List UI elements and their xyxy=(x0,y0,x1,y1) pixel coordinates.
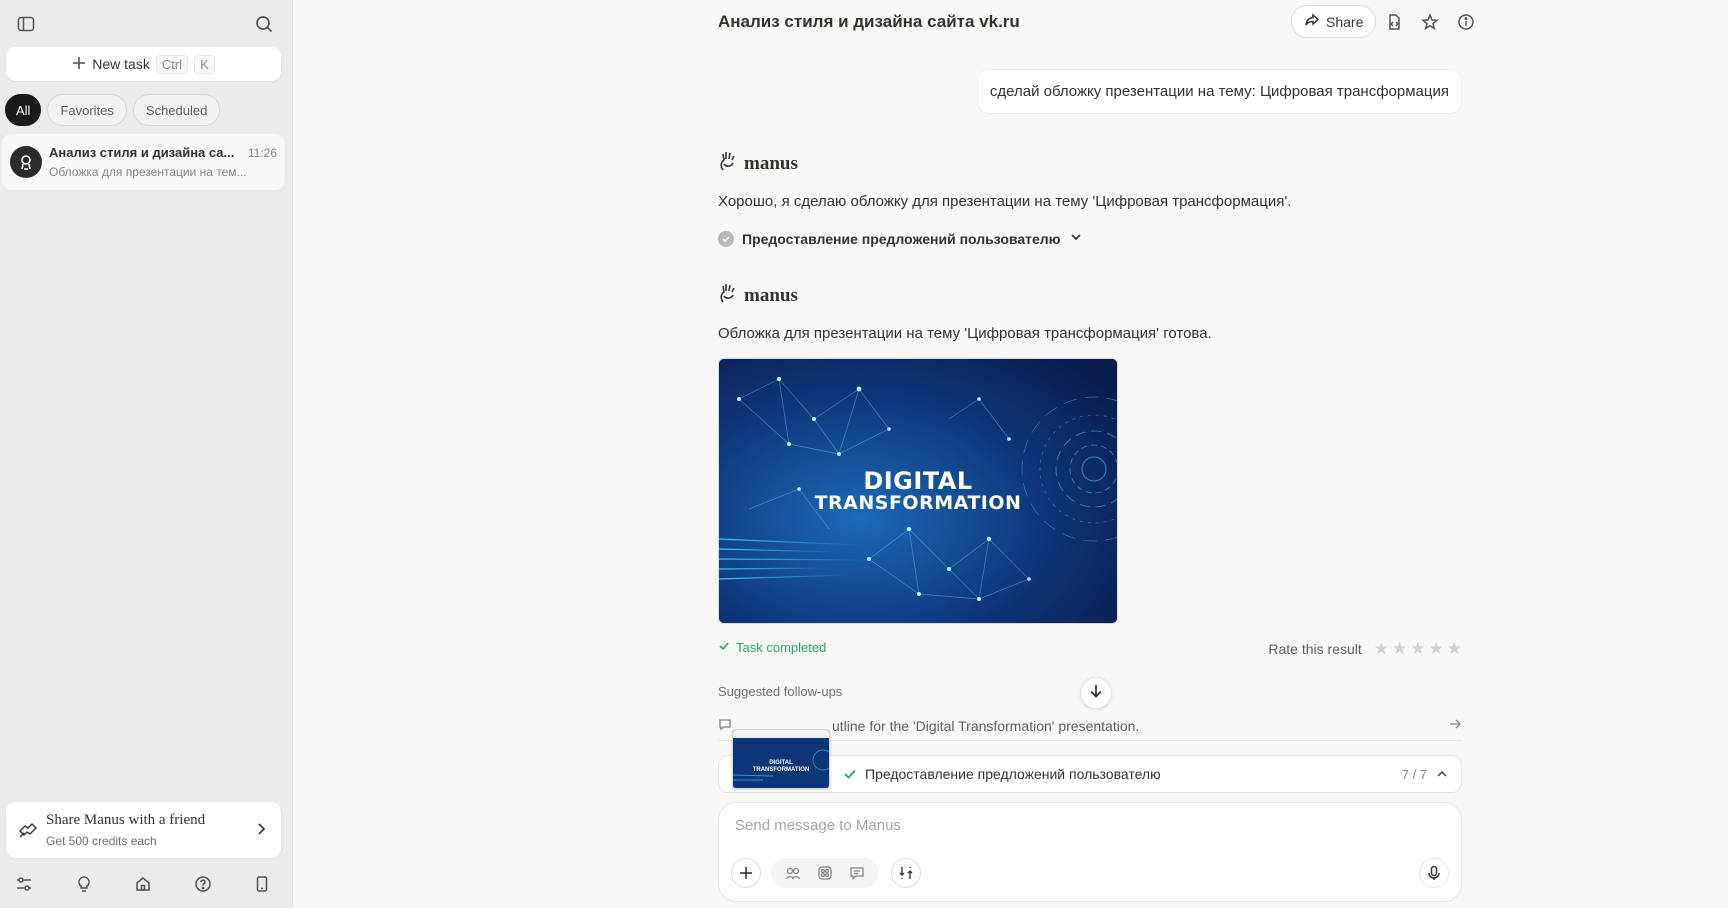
task-time: 11:26 xyxy=(247,146,277,160)
agent-name-2: manus xyxy=(744,285,798,306)
star-rating: ★ ★ ★ ★ ★ xyxy=(1374,639,1462,659)
attach-plus-button[interactable] xyxy=(731,858,761,888)
message-composer xyxy=(718,802,1462,902)
task-list-item[interactable]: Анализ стиля и дизайна са... 11:26 Облож… xyxy=(2,134,285,190)
integrations-icon[interactable] xyxy=(817,865,833,881)
followups-heading: Suggested follow-ups xyxy=(718,684,843,699)
share-icon xyxy=(1304,12,1320,31)
thumbnail-titlebar xyxy=(733,730,829,738)
agent-header-2: manus xyxy=(718,282,798,310)
home-icon[interactable] xyxy=(131,872,155,896)
chat-bubble-icon xyxy=(718,717,732,734)
arrow-down-icon xyxy=(1088,683,1104,704)
progress-step-label: Предоставление предложений пользователю xyxy=(865,766,1161,782)
cover-title: DIGITAL TRANSFORMATION xyxy=(719,467,1117,515)
comment-icon[interactable] xyxy=(849,865,865,881)
sidebar-bottom-toolbar xyxy=(12,872,274,898)
microphone-button[interactable] xyxy=(1419,858,1449,888)
help-icon[interactable] xyxy=(191,872,215,896)
sidebar-top-bar xyxy=(8,10,284,38)
step-item[interactable]: Предоставление предложений пользователю xyxy=(718,230,1083,247)
share-label: Share xyxy=(1326,13,1364,30)
rating-widget: Rate this result ★ ★ ★ ★ ★ xyxy=(1268,639,1462,659)
manus-logo-icon xyxy=(718,282,738,310)
task-status-label: Task completed xyxy=(736,640,827,655)
star-icon[interactable] xyxy=(1418,10,1442,34)
check-circle-icon xyxy=(718,230,734,247)
user-message: сделай обложку презентации на тему: Цифр… xyxy=(976,69,1462,114)
scroll-down-button[interactable] xyxy=(1080,677,1112,709)
progress-thumbnail: DIGITAL TRANSFORMATION xyxy=(732,729,830,789)
chevron-right-icon xyxy=(253,821,269,842)
message-input[interactable] xyxy=(735,817,1335,834)
plus-icon xyxy=(72,56,86,73)
share-manus-card[interactable]: Share Manus with a friend Get 500 credit… xyxy=(6,802,281,858)
info-icon[interactable] xyxy=(1454,10,1478,34)
rating-star-3[interactable]: ★ xyxy=(1410,639,1425,659)
file-icon[interactable] xyxy=(1382,10,1406,34)
progress-count: 7 / 7 xyxy=(1401,767,1427,782)
check-icon xyxy=(718,640,730,655)
chevron-down-icon xyxy=(1069,230,1083,247)
task-filters: All Favorites Scheduled xyxy=(5,94,221,126)
rating-star-4[interactable]: ★ xyxy=(1429,639,1444,659)
sidebar-toggle-icon[interactable] xyxy=(12,10,40,38)
task-status: Task completed xyxy=(718,640,826,655)
cover-title-line-1: DIGITAL xyxy=(863,467,973,495)
thumbnail-line-1: DIGITAL xyxy=(769,760,793,766)
agent-header: manus xyxy=(718,150,798,178)
share-card-title: Share Manus with a friend xyxy=(46,812,206,828)
search-icon[interactable] xyxy=(250,10,278,38)
check-icon xyxy=(843,767,857,786)
composer-tools xyxy=(771,858,879,888)
thumbnail-text: DIGITAL TRANSFORMATION xyxy=(733,760,829,773)
task-subtitle: Обложка для презентации на тем... xyxy=(49,165,247,179)
agent-name: manus xyxy=(744,153,798,174)
arrow-right-icon xyxy=(1448,717,1462,734)
handshake-icon xyxy=(18,819,38,844)
new-task-label: New task xyxy=(92,56,150,72)
main-panel: Анализ стиля и дизайна сайта vk.ru Share… xyxy=(293,0,1728,908)
shortcut-key: K xyxy=(194,54,215,74)
task-title: Анализ стиля и дизайна са... xyxy=(49,145,235,160)
lightbulb-icon[interactable] xyxy=(72,872,96,896)
cover-title-line-2: TRANSFORMATION xyxy=(814,492,1022,515)
rating-star-2[interactable]: ★ xyxy=(1392,639,1407,659)
share-button[interactable]: Share xyxy=(1291,5,1377,38)
agent-reply-1: Хорошо, я сделаю обложку для презентации… xyxy=(718,193,1292,210)
task-avatar xyxy=(10,146,42,178)
shortcut-ctrl: Ctrl xyxy=(155,54,189,74)
new-task-button[interactable]: New task Ctrl K xyxy=(6,47,281,81)
rating-star-1[interactable]: ★ xyxy=(1374,639,1389,659)
filter-all[interactable]: All xyxy=(5,94,42,126)
settings-sliders-icon[interactable] xyxy=(12,872,36,896)
rate-label: Rate this result xyxy=(1268,641,1362,657)
mobile-icon[interactable] xyxy=(250,872,274,896)
followup-text: utline for the 'Digital Transformation' … xyxy=(832,717,1140,734)
connector-button[interactable] xyxy=(891,858,921,888)
step-label: Предоставление предложений пользователю xyxy=(742,230,1061,247)
manus-logo-icon xyxy=(718,150,738,178)
sidebar: New task Ctrl K All Favorites Scheduled … xyxy=(0,0,293,908)
agents-icon[interactable] xyxy=(785,865,801,881)
chevron-up-icon xyxy=(1435,767,1449,786)
agent-reply-2: Обложка для презентации на тему 'Цифрова… xyxy=(718,325,1212,342)
filter-scheduled[interactable]: Scheduled xyxy=(132,94,221,126)
task-progress-bar[interactable]: DIGITAL TRANSFORMATION Предоставление пр… xyxy=(718,729,1462,793)
presentation-cover-image[interactable]: DIGITAL TRANSFORMATION xyxy=(718,358,1118,624)
thumbnail-line-2: TRANSFORMATION xyxy=(752,766,810,773)
filter-favorites[interactable]: Favorites xyxy=(47,94,127,126)
page-title: Анализ стиля и дизайна сайта vk.ru xyxy=(718,12,1020,31)
rating-star-5[interactable]: ★ xyxy=(1447,639,1462,659)
share-card-subtitle: Get 500 credits each xyxy=(46,834,157,848)
